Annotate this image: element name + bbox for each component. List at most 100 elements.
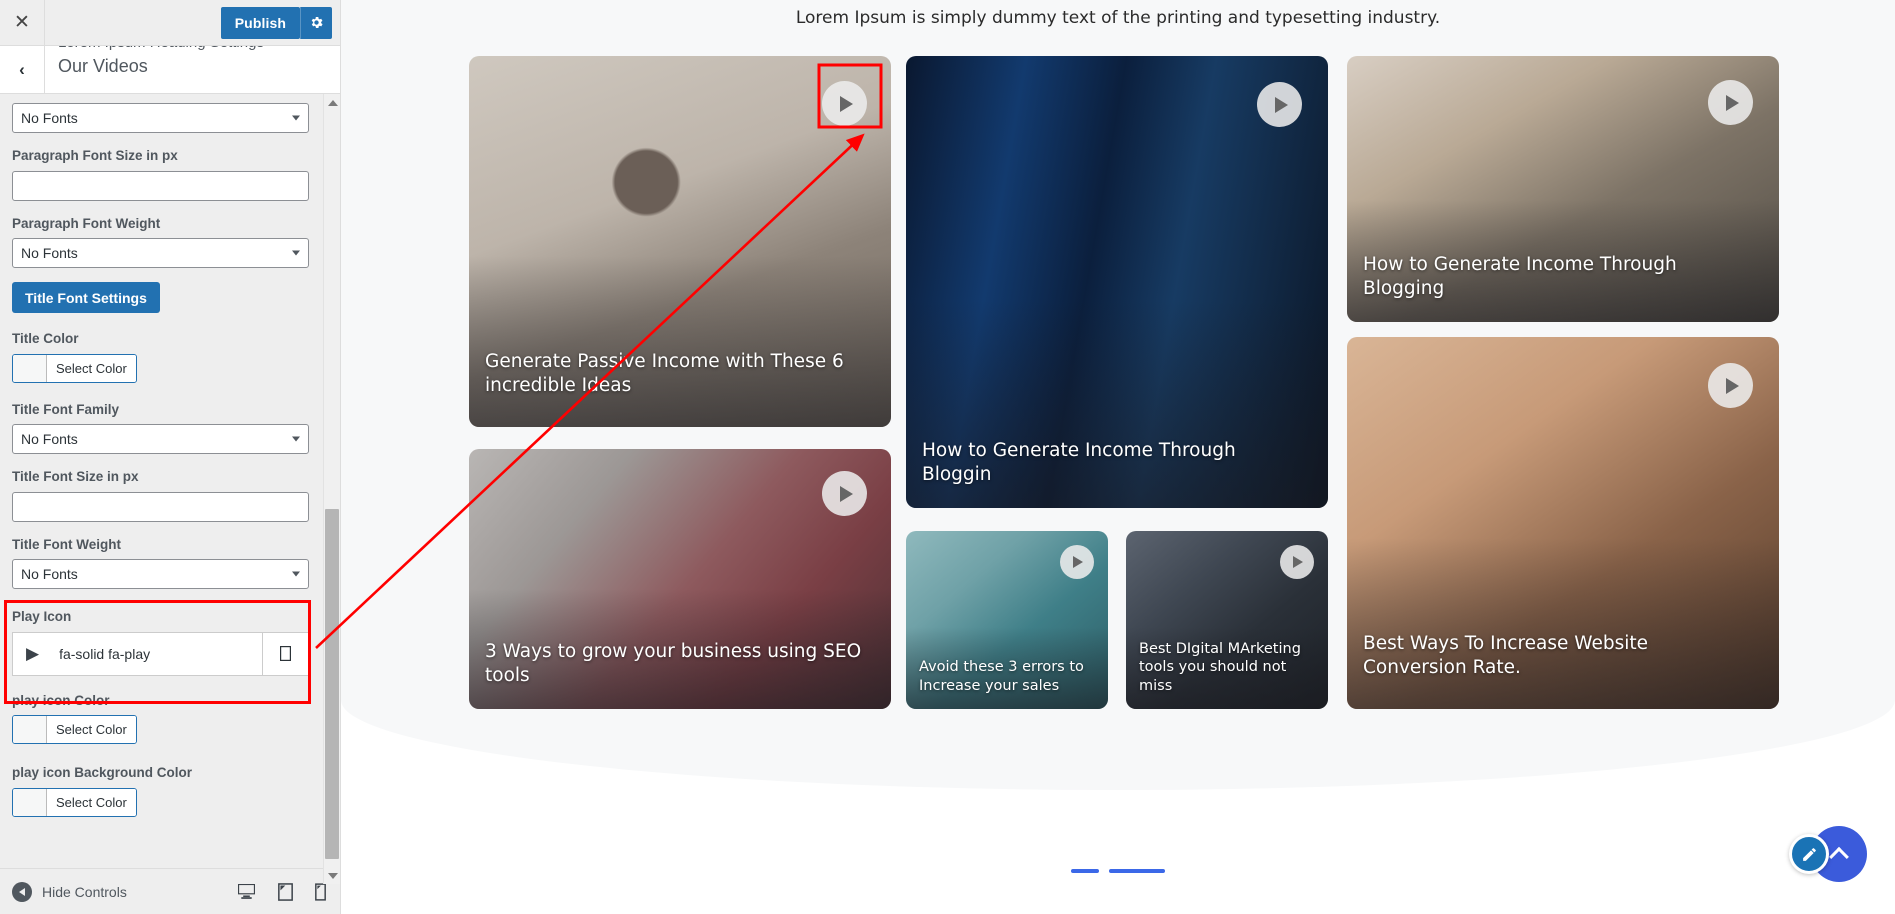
play-icon-bg-color-picker[interactable]: Select Color bbox=[12, 787, 137, 817]
pagination-dot-1[interactable] bbox=[1071, 869, 1099, 873]
mobile-icon[interactable] bbox=[315, 882, 326, 901]
field-paragraph-font-family: No Fonts bbox=[12, 103, 328, 133]
play-icon-color-select-label: Select Color bbox=[47, 716, 136, 744]
card-title: How to Generate Income Through Blogging bbox=[1363, 254, 1677, 299]
play-icon[interactable] bbox=[1257, 82, 1302, 127]
play-icon-color-swatch[interactable] bbox=[13, 716, 47, 744]
title-font-family-label: Title Font Family bbox=[12, 401, 120, 417]
title-font-settings-button[interactable]: Title Font Settings bbox=[12, 282, 160, 314]
chevron-down-icon bbox=[292, 436, 300, 442]
pagination-dot-2[interactable] bbox=[1109, 869, 1165, 873]
paragraph-font-family-select[interactable]: No Fonts bbox=[12, 103, 309, 133]
chevron-down-icon bbox=[292, 571, 300, 577]
chevron-down-icon bbox=[292, 115, 300, 121]
card-title: 3 Ways to grow your business using SEO t… bbox=[485, 641, 862, 686]
play-icon[interactable] bbox=[1280, 545, 1314, 579]
customizer-screen: ✕ Publish ‹ Lorem Ipsum Heading Settings… bbox=[0, 0, 1895, 914]
title-color-picker[interactable]: Select Color bbox=[12, 353, 137, 383]
paragraph-font-weight-value: No Fonts bbox=[21, 245, 78, 262]
paragraph-font-weight-label: Paragraph Font Weight bbox=[12, 215, 161, 231]
card-gradient-overlay bbox=[469, 256, 891, 427]
card-gradient-overlay bbox=[1347, 537, 1779, 709]
card-title: Generate Passive Income with These 6 inc… bbox=[485, 351, 844, 396]
title-font-family-select[interactable]: No Fonts bbox=[12, 424, 309, 455]
title-font-weight-select[interactable]: No Fonts bbox=[12, 559, 309, 590]
play-icon[interactable] bbox=[1708, 363, 1753, 408]
play-icon[interactable] bbox=[1708, 80, 1753, 125]
section-title-wrap: Lorem Ipsum Heading Settings Our Videos bbox=[45, 46, 340, 93]
play-icon[interactable] bbox=[1060, 545, 1094, 579]
card-title: Best Ways To Increase Website Conversion… bbox=[1363, 633, 1649, 678]
carousel-pagination bbox=[341, 869, 1895, 873]
gear-icon[interactable] bbox=[300, 6, 332, 39]
scroll-up-arrow-icon[interactable] bbox=[324, 94, 341, 111]
customizer-panel: ✕ Publish ‹ Lorem Ipsum Heading Settings… bbox=[0, 0, 341, 914]
play-icon-bg-color-label: play icon Background Color bbox=[12, 765, 193, 781]
publish-button[interactable]: Publish bbox=[220, 6, 300, 39]
section-title: Our Videos bbox=[58, 56, 148, 76]
play-icon-clear-button[interactable] bbox=[263, 631, 309, 676]
desktop-icon[interactable] bbox=[237, 883, 256, 900]
site-preview[interactable]: Lorem Ipsum is simply dummy text of the … bbox=[341, 0, 1895, 914]
publish-group: Publish bbox=[220, 6, 340, 39]
chevron-down-icon bbox=[292, 250, 300, 256]
device-preview-group bbox=[237, 882, 326, 901]
play-icon-label: Play Icon bbox=[12, 609, 72, 625]
preview-heading: Lorem Ipsum is simply dummy text of the … bbox=[795, 8, 1441, 28]
play-icon-select[interactable]: ▶ fa-solid fa-play bbox=[12, 631, 263, 676]
field-title-font-family: Title Font Family No Fonts bbox=[12, 401, 328, 455]
tablet-icon[interactable] bbox=[278, 882, 293, 901]
play-icon-color-label: play icon Color bbox=[12, 692, 110, 708]
field-play-icon-bg-color: play icon Background Color Select Color bbox=[12, 764, 328, 821]
paragraph-font-size-input[interactable] bbox=[12, 170, 309, 201]
video-card-passive-income[interactable]: Generate Passive Income with These 6 inc… bbox=[469, 56, 891, 427]
play-icon-bg-color-select-label: Select Color bbox=[47, 788, 136, 816]
title-font-weight-value: No Fonts bbox=[21, 566, 78, 583]
back-icon[interactable]: ‹ bbox=[0, 46, 45, 93]
play-icon: ▶ bbox=[26, 644, 40, 664]
play-icon-bg-color-swatch[interactable] bbox=[13, 788, 47, 816]
paragraph-font-size-label: Paragraph Font Size in px bbox=[12, 148, 178, 163]
sidebar-scrollbar[interactable] bbox=[323, 94, 340, 884]
edit-fab-button[interactable] bbox=[1789, 834, 1829, 874]
card-title: Best DIgital MArketing tools you should … bbox=[1139, 641, 1301, 694]
video-card-digital-marketing[interactable]: Best DIgital MArketing tools you should … bbox=[1126, 531, 1328, 709]
hide-controls-label: Hide Controls bbox=[42, 883, 127, 900]
title-color-select-label: Select Color bbox=[47, 354, 136, 382]
paragraph-font-weight-select[interactable]: No Fonts bbox=[12, 238, 309, 269]
field-title-font-size: Title Font Size in px bbox=[12, 468, 328, 522]
field-title-font-weight: Title Font Weight No Fonts bbox=[12, 536, 328, 590]
play-icon-color-picker[interactable]: Select Color bbox=[12, 715, 137, 745]
close-icon[interactable]: ✕ bbox=[0, 0, 45, 45]
customizer-footer: Hide Controls bbox=[0, 868, 340, 914]
play-icon[interactable] bbox=[822, 471, 867, 516]
play-icon-value: fa-solid fa-play bbox=[59, 645, 151, 662]
title-font-size-label: Title Font Size in px bbox=[12, 469, 139, 485]
title-font-family-value: No Fonts bbox=[21, 431, 78, 448]
controls-scroll-area[interactable]: No Fonts Paragraph Font Size in px Parag… bbox=[0, 94, 340, 868]
play-icon[interactable] bbox=[822, 81, 867, 126]
title-color-label: Title Color bbox=[12, 331, 79, 347]
paragraph-font-family-value: No Fonts bbox=[21, 110, 78, 126]
field-title-font-settings: Title Font Settings bbox=[12, 282, 328, 314]
video-card-avoid-errors[interactable]: Avoid these 3 errors to Increase your sa… bbox=[906, 531, 1108, 709]
sidebar-scrollbar-thumb[interactable] bbox=[325, 509, 339, 859]
title-color-swatch[interactable] bbox=[13, 354, 47, 382]
section-header: ‹ Lorem Ipsum Heading Settings Our Video… bbox=[0, 46, 340, 94]
customizer-topbar: ✕ Publish bbox=[0, 0, 340, 46]
chevron-up-icon bbox=[1829, 846, 1849, 867]
scroll-down-arrow-icon[interactable] bbox=[324, 867, 341, 884]
play-icon-picker[interactable]: ▶ fa-solid fa-play bbox=[12, 631, 309, 676]
field-title-color: Title Color Select Color bbox=[12, 330, 328, 387]
video-card-conversion-rate[interactable]: Best Ways To Increase Website Conversion… bbox=[1347, 337, 1779, 709]
hide-controls-button[interactable]: Hide Controls bbox=[12, 881, 127, 902]
field-play-icon-color: play icon Color Select Color bbox=[12, 692, 328, 749]
collapse-arrow-icon bbox=[12, 881, 32, 902]
card-title: Avoid these 3 errors to Increase your sa… bbox=[919, 659, 1084, 694]
card-title: How to Generate Income Through Bloggin bbox=[922, 440, 1236, 485]
field-play-icon: Play Icon ▶ fa-solid fa-play bbox=[12, 608, 328, 676]
video-card-blogging-center[interactable]: How to Generate Income Through Bloggin bbox=[906, 56, 1328, 508]
video-card-blogging-right[interactable]: How to Generate Income Through Blogging bbox=[1347, 56, 1779, 322]
video-card-seo-tools[interactable]: 3 Ways to grow your business using SEO t… bbox=[469, 449, 891, 709]
title-font-size-input[interactable] bbox=[12, 491, 309, 522]
